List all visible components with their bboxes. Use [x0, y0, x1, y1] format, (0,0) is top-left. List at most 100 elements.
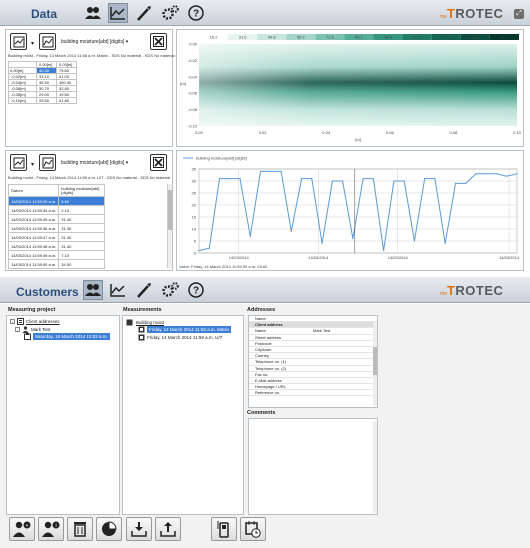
table-row[interactable]: -0.08[m] 29.00 19.50 — [8, 91, 77, 98]
data-nav-button[interactable] — [108, 3, 128, 23]
comments-field[interactable] — [248, 418, 378, 515]
close-panel-button[interactable] — [150, 154, 167, 171]
table-cell[interactable]: 5.60 — [58, 196, 106, 206]
table-cell[interactable]: 31.40 — [58, 241, 106, 251]
y-tick-label: -0.02 — [188, 58, 198, 63]
table-row[interactable]: 14/03/2014 11:59:44 a.m. 2.10 — [7, 205, 106, 215]
table-cell[interactable]: 31.40 — [58, 214, 106, 224]
table-row[interactable]: 14/03/2014 11:59:49 a.m. 7.10 — [7, 250, 106, 260]
table-cell[interactable]: 14/03/2014 11:59:46 a.m. — [7, 223, 60, 233]
expand-icon[interactable]: ⤢ — [514, 9, 524, 19]
comments-scrollbar[interactable] — [373, 421, 377, 513]
gears-icon — [161, 282, 179, 297]
table-row[interactable]: -0.10[m] 29.50 31.80 — [8, 97, 77, 104]
section-title: Addresses — [247, 307, 276, 313]
table-row[interactable]: 14/03/2014 11:59:47 a.m. 31.40 — [7, 232, 106, 242]
table-cell[interactable]: 14/03/2014 11:59:00 a.m. — [7, 196, 60, 206]
table-row[interactable]: -0.06[m] 30.70 52.80 — [8, 85, 77, 92]
list-scrollbar[interactable] — [167, 184, 172, 268]
chart-select-button[interactable] — [39, 33, 56, 50]
table-cell[interactable]: 14/03/2014 11:59:47 a.m. — [7, 232, 60, 242]
table-row[interactable]: 14/03/2014 11:59:48 a.m. 31.40 — [7, 241, 106, 251]
tree-node-client-addresses[interactable]: - Client addresses — [10, 318, 60, 325]
measurement-icon — [138, 326, 145, 333]
table-cell[interactable]: 14/03/2014 11:59:44 a.m. — [7, 205, 60, 215]
table-row[interactable]: 14/03/2014 11:59:00 a.m. 5.60 — [7, 196, 106, 206]
data-point — [311, 178, 313, 180]
table-cell[interactable]: 14/03/2014 11:59:45 a.m. — [7, 214, 60, 224]
table-cell[interactable]: -0.10[m] — [8, 97, 37, 104]
customers-nav-button[interactable] — [83, 280, 103, 300]
heatmap-chart[interactable]: 16.2 31.6 44.8 58.2 71.6 85.1 98.5 111.9 125.3 13… — [177, 30, 523, 146]
address-field-row[interactable]: Reference no. — [249, 390, 377, 397]
chart-icon — [110, 284, 125, 297]
table-cell[interactable]: 14/03/2014 11:59:49 a.m. — [7, 250, 60, 260]
field-value[interactable]: Mark Test — [313, 328, 330, 333]
data-point — [321, 242, 323, 244]
table-cell[interactable]: 34.00 — [58, 259, 106, 269]
export-button[interactable] — [155, 517, 181, 541]
table-cell[interactable]: 31.40 — [58, 232, 106, 242]
device-button[interactable] — [211, 517, 237, 541]
data-point — [280, 170, 282, 172]
table-row[interactable]: 0.00[m] 40.30 75.60 — [8, 67, 77, 74]
table-cell[interactable]: 29.50 — [36, 97, 57, 104]
trotec-logo: meTROTEC — [440, 6, 504, 21]
table-row[interactable]: -0.04[m] 36.50 150.40 — [8, 79, 77, 86]
tree-node-measurement[interactable]: Friday, 14 March 2014 11:58 a.m. Matrix — [138, 326, 232, 333]
table-row[interactable]: -0.02[m] 33.10 31.00 — [8, 73, 77, 80]
y-tick-label: 5 — [194, 239, 197, 244]
table-cell[interactable]: 31.80 — [56, 97, 77, 104]
export-table-button[interactable] — [10, 154, 27, 171]
trash-icon — [74, 522, 86, 537]
help-nav-button[interactable]: ? — [186, 3, 206, 23]
address-grid: Name Client address Name Mark Test Street … — [248, 315, 378, 408]
top-header: Data ? meTROTEC ⤢ — [0, 0, 530, 26]
grid-data-panel: ▾ building moisture[abt] [digits] ▾ Buil… — [5, 29, 175, 147]
customers-nav-button[interactable] — [83, 3, 103, 23]
quantity-select[interactable]: building moisture[abt] [digits] ▾ — [61, 39, 128, 45]
table-row[interactable]: 14/03/2014 11:59:45 a.m. 31.40 — [7, 214, 106, 224]
value-readout: Value: Friday, 14 March 2014 11:59:59 a.… — [179, 264, 268, 269]
data-point — [249, 235, 251, 237]
settings-nav-button[interactable] — [160, 3, 180, 23]
client-info-button[interactable]: i — [38, 517, 64, 541]
data-point — [516, 173, 518, 175]
field-label: Country — [255, 353, 270, 359]
help-nav-button[interactable]: ? — [186, 280, 206, 300]
report-button[interactable] — [96, 517, 122, 541]
table-cell[interactable]: 7.10 — [58, 250, 106, 260]
tree-node-building[interactable]: Building moist — [126, 319, 164, 326]
settings-nav-button[interactable] — [160, 280, 180, 300]
tree-node-measurement[interactable]: Friday, 14 March 2014 11:59 a.m. U/T — [138, 334, 222, 341]
table-cell[interactable]: 14/03/2014 11:59:50 a.m. — [7, 259, 60, 269]
delete-button[interactable] — [67, 517, 93, 541]
table-cell[interactable]: 31.30 — [58, 223, 106, 233]
address-scrollbar[interactable] — [373, 322, 377, 406]
probe-nav-button[interactable] — [134, 3, 154, 23]
quantity-select[interactable]: building moisture[abt] [digits] ▾ — [61, 160, 128, 166]
tree-node-project[interactable]: Saturday, 15 March 2014 13:03 a.m. — [24, 333, 110, 340]
data-point — [495, 173, 498, 175]
line-chart[interactable]: building moisture[abt] [digits] 0 5 10 15 20 2… — [177, 151, 523, 270]
tree-node-client[interactable]: - Mark Test — [15, 326, 50, 333]
svg-text:i: i — [55, 523, 56, 529]
measurement-icon — [138, 334, 145, 341]
export-table-button[interactable] — [10, 33, 27, 50]
import-button[interactable] — [126, 517, 152, 541]
add-client-button[interactable]: + — [9, 517, 35, 541]
list-table: Datum building moisture[abt] [digits] 14… — [7, 184, 106, 269]
y-tick-label: -0.08 — [188, 107, 198, 112]
data-point — [259, 170, 262, 172]
table-cell[interactable]: 14/03/2014 11:59:48 a.m. — [7, 241, 60, 251]
close-panel-button[interactable] — [150, 33, 167, 50]
table-row[interactable]: 14/03/2014 11:59:46 a.m. 31.30 — [7, 223, 106, 233]
data-nav-button[interactable] — [108, 280, 128, 300]
schedule-button[interactable] — [240, 517, 266, 541]
person-icon — [22, 326, 29, 333]
field-label: Street address — [255, 334, 282, 340]
table-row[interactable]: 14/03/2014 11:59:50 a.m. 34.00 — [7, 259, 106, 269]
table-cell[interactable]: 2.10 — [58, 205, 106, 215]
chart-select-button[interactable] — [39, 154, 56, 171]
probe-nav-button[interactable] — [134, 280, 154, 300]
